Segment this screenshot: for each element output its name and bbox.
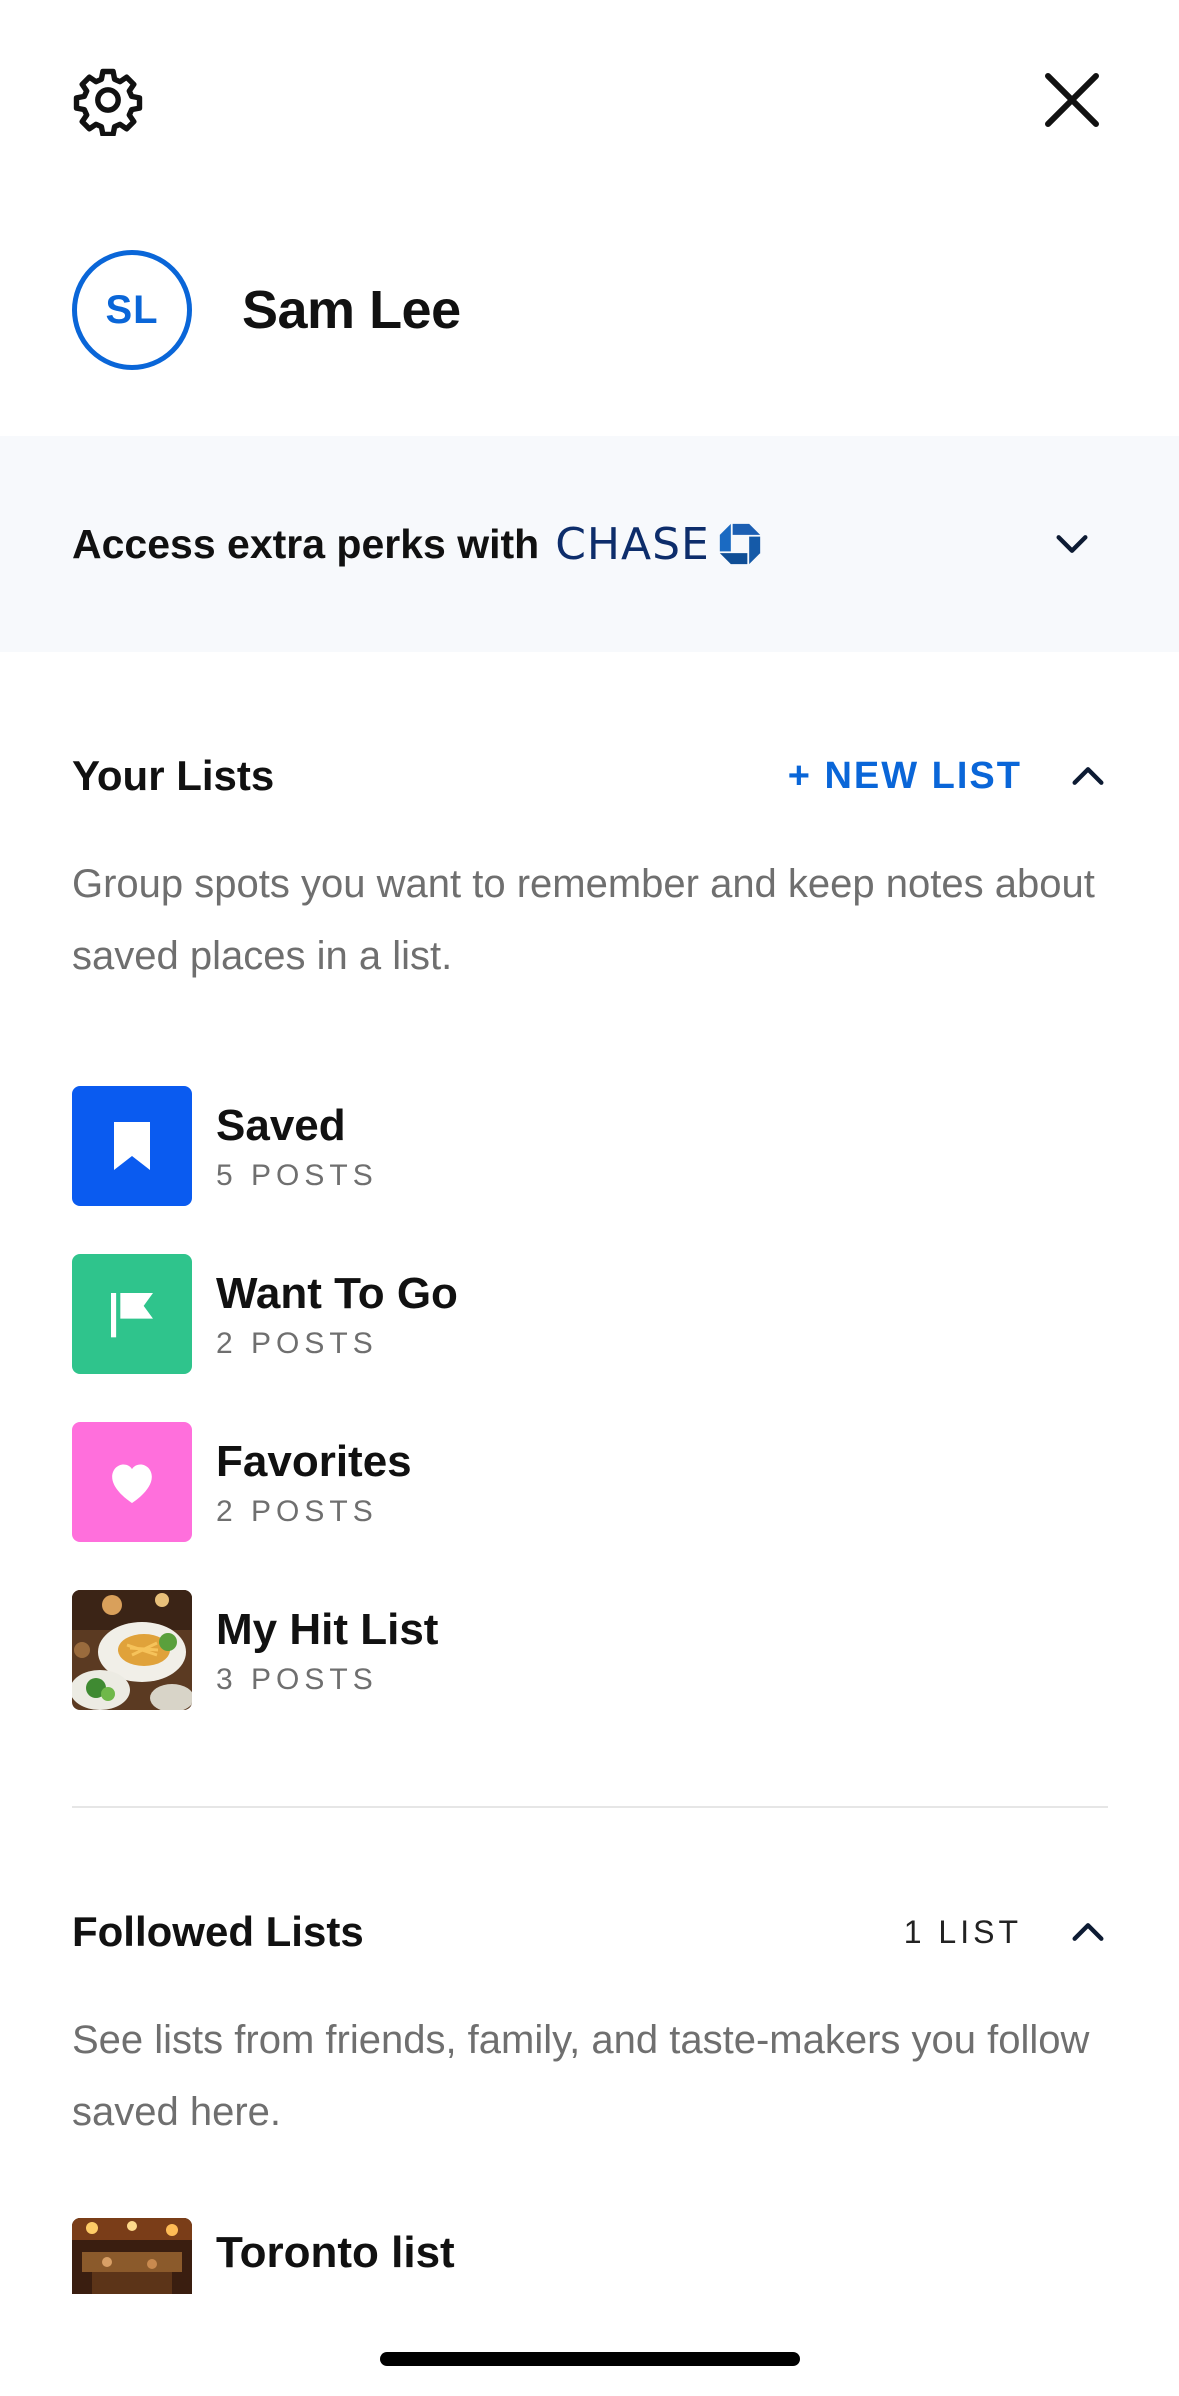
chase-logo-icon bbox=[719, 523, 761, 565]
list-item-favorites[interactable]: Favorites 2 POSTS bbox=[72, 1422, 412, 1542]
flag-icon bbox=[111, 1293, 153, 1338]
avatar[interactable]: SL bbox=[72, 250, 192, 370]
list-thumb bbox=[72, 1086, 192, 1206]
followed-lists-count: 1 LIST bbox=[903, 1913, 1022, 1950]
list-thumb bbox=[72, 1254, 192, 1374]
list-name: Favorites bbox=[216, 1437, 412, 1486]
list-name: Want To Go bbox=[216, 1269, 458, 1318]
photo-thumbnail bbox=[72, 2218, 192, 2294]
list-count: 5 POSTS bbox=[216, 1159, 378, 1192]
chase-perks-banner[interactable]: Access extra perks with CHASE bbox=[0, 436, 1179, 652]
heart-icon bbox=[112, 1464, 152, 1503]
followed-lists-header: Followed Lists 1 LIST bbox=[72, 1902, 1108, 1962]
followed-lists-title: Followed Lists bbox=[72, 1908, 364, 1955]
chevron-up-icon[interactable] bbox=[1068, 756, 1108, 796]
section-divider bbox=[72, 1806, 1108, 1808]
close-icon[interactable] bbox=[1036, 64, 1108, 136]
followed-lists-description: See lists from friends, family, and tast… bbox=[72, 2018, 1090, 2134]
list-count: 2 POSTS bbox=[216, 1327, 378, 1360]
profile-name: Sam Lee bbox=[242, 280, 461, 340]
list-item-saved[interactable]: Saved 5 POSTS bbox=[72, 1086, 378, 1206]
your-lists-description: Group spots you want to remember and kee… bbox=[72, 862, 1095, 978]
list-count: 2 POSTS bbox=[216, 1495, 378, 1528]
list-thumb bbox=[72, 1422, 192, 1542]
list-item-my-hit-list[interactable]: My Hit List 3 POSTS bbox=[72, 1590, 438, 1710]
bookmark-icon bbox=[114, 1122, 150, 1170]
list-item-toronto-list[interactable]: Toronto list bbox=[72, 2218, 455, 2294]
list-name: Toronto list bbox=[216, 2228, 455, 2277]
profile-header[interactable]: SL Sam Lee bbox=[72, 250, 461, 370]
photo-thumbnail bbox=[72, 1590, 192, 1710]
new-list-button[interactable]: + NEW LIST bbox=[788, 755, 1022, 798]
list-count: 3 POSTS bbox=[216, 1663, 378, 1696]
home-indicator[interactable] bbox=[380, 2352, 800, 2366]
chevron-down-icon[interactable] bbox=[1052, 524, 1092, 564]
chevron-up-icon[interactable] bbox=[1068, 1912, 1108, 1952]
your-lists-title: Your Lists bbox=[72, 752, 275, 799]
chase-logo-text: CHASE bbox=[555, 518, 710, 570]
list-name: My Hit List bbox=[216, 1605, 439, 1654]
top-bar bbox=[0, 0, 1179, 200]
list-item-want-to-go[interactable]: Want To Go 2 POSTS bbox=[72, 1254, 458, 1374]
list-name: Saved bbox=[216, 1101, 346, 1150]
your-lists-header: Your Lists + NEW LIST bbox=[72, 746, 1108, 806]
perks-label: Access extra perks with bbox=[72, 520, 540, 567]
gear-icon[interactable] bbox=[72, 64, 144, 136]
